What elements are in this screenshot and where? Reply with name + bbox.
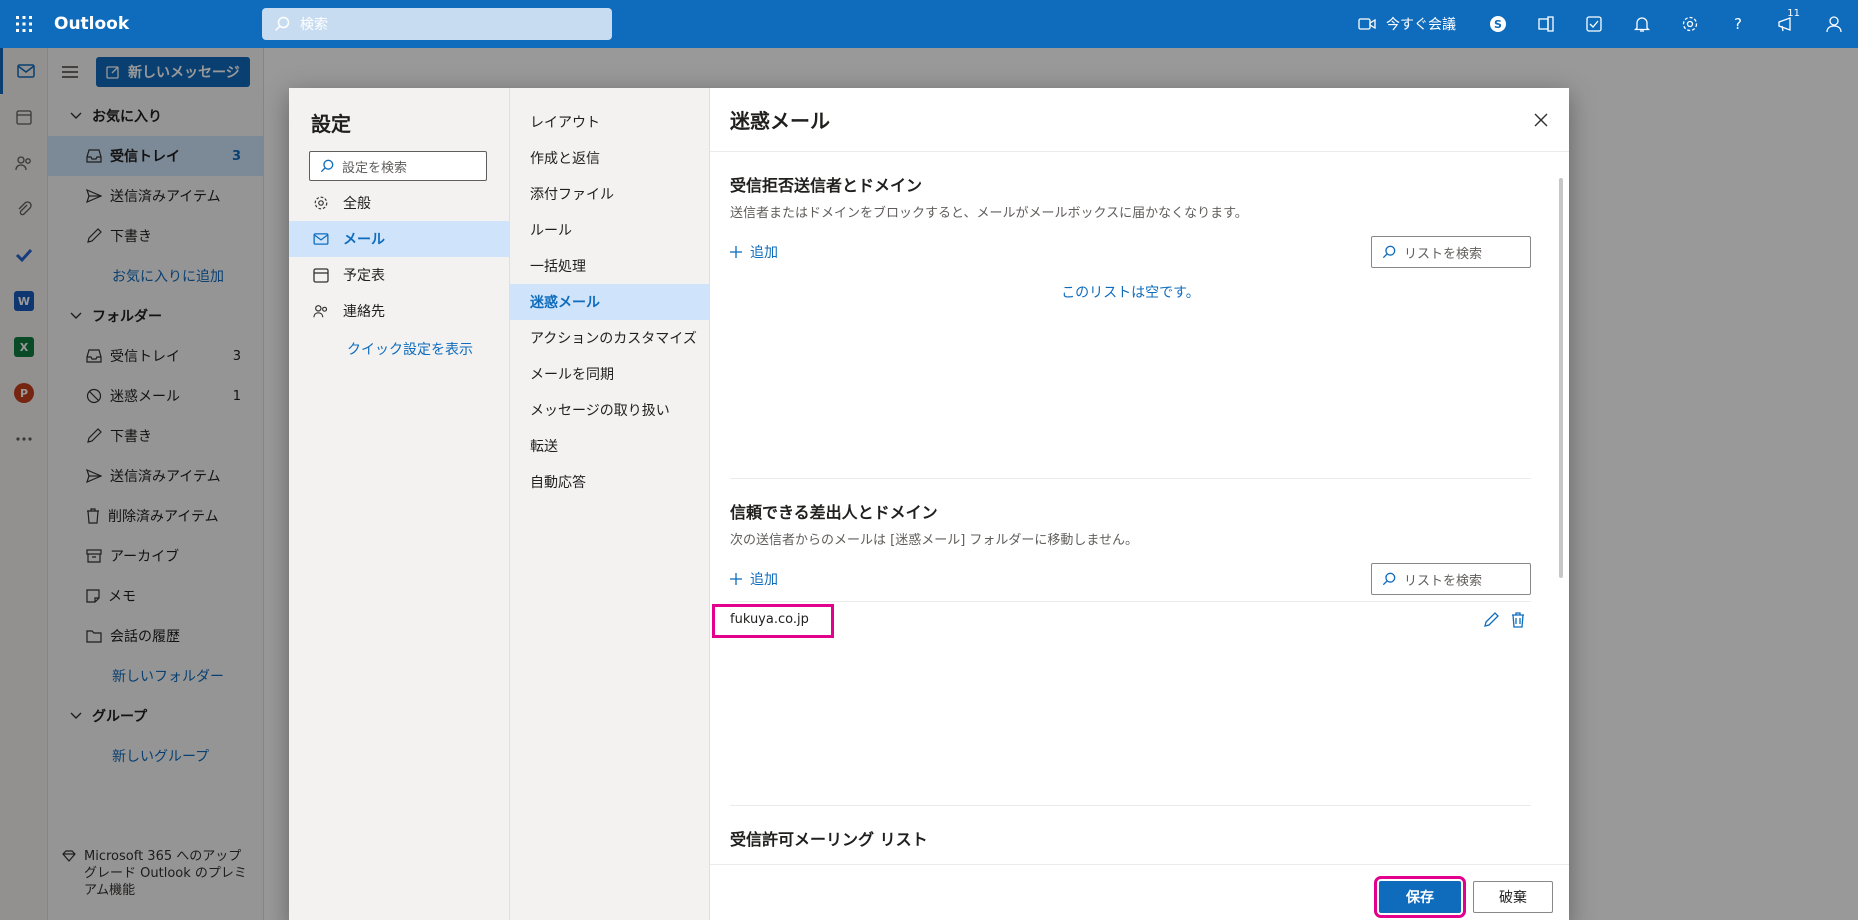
list-search-placeholder: リストを検索 xyxy=(1404,246,1483,262)
category-label: メール xyxy=(343,232,385,248)
skype-icon[interactable]: S xyxy=(1474,0,1522,48)
svg-text:S: S xyxy=(1494,18,1502,31)
sub-customize-actions[interactable]: アクションのカスタマイズ xyxy=(510,320,709,356)
entry-highlight xyxy=(712,604,834,638)
sub-junk-email[interactable]: 迷惑メール xyxy=(510,284,709,320)
close-icon xyxy=(1534,113,1548,127)
junk-email-panel: 迷惑メール 受信拒否送信者とドメイン 送信者またはドメインをブロックすると、メー… xyxy=(709,88,1569,920)
quick-settings-link[interactable]: クイック設定を表示 xyxy=(289,329,509,369)
sub-attachments[interactable]: 添付ファイル xyxy=(510,176,709,212)
settings-dialog: 設定 設定を検索 全般 メール 予定表 連絡先 クイック設定を表示 レイアウト … xyxy=(289,88,1569,920)
category-label: 全般 xyxy=(343,196,371,212)
video-icon xyxy=(1358,18,1376,30)
safe-sender-entry[interactable]: fukuya.co.jp xyxy=(712,601,1531,638)
settings-search-placeholder: 設定を検索 xyxy=(342,160,408,176)
blocked-title: 受信拒否送信者とドメイン xyxy=(730,176,923,195)
meet-now-label: 今すぐ会議 xyxy=(1386,17,1456,33)
mailing-lists-section: 受信許可メーリング リスト xyxy=(710,806,1569,852)
settings-subcategories: レイアウト 作成と返信 添付ファイル ルール 一括処理 迷惑メール アクションの… xyxy=(509,88,709,920)
trash-icon[interactable] xyxy=(1511,611,1525,628)
scrollbar-thumb[interactable] xyxy=(1559,178,1563,578)
svg-text:?: ? xyxy=(1734,15,1742,33)
settings-title: 設定 xyxy=(311,112,351,136)
sub-layout[interactable]: レイアウト xyxy=(510,104,709,140)
sub-message-handling[interactable]: メッセージの取り扱い xyxy=(510,392,709,428)
app-launcher-icon[interactable] xyxy=(0,0,48,48)
mail-icon xyxy=(313,233,329,245)
sub-sweep[interactable]: 一括処理 xyxy=(510,248,709,284)
search-input[interactable]: 検索 xyxy=(262,8,612,40)
category-people[interactable]: 連絡先 xyxy=(289,293,509,329)
notification-count: 11 xyxy=(1787,8,1800,19)
panel-footer: 保存 破棄 xyxy=(710,864,1569,920)
blocked-add-button[interactable]: 追加 xyxy=(730,242,778,262)
list-search-placeholder: リストを検索 xyxy=(1404,573,1483,589)
panel-scrollbar[interactable] xyxy=(1557,162,1565,862)
category-label: 連絡先 xyxy=(343,304,385,320)
add-label: 追加 xyxy=(750,572,778,588)
discard-button[interactable]: 破棄 xyxy=(1473,880,1553,913)
safe-title: 信頼できる差出人とドメイン xyxy=(730,503,938,522)
gear-icon[interactable] xyxy=(1666,0,1714,48)
category-general[interactable]: 全般 xyxy=(289,185,509,221)
sub-rules[interactable]: ルール xyxy=(510,212,709,248)
todo-icon[interactable] xyxy=(1570,0,1618,48)
modal-overlay: 設定 設定を検索 全般 メール 予定表 連絡先 クイック設定を表示 レイアウト … xyxy=(0,48,1858,920)
save-button[interactable]: 保存 xyxy=(1374,875,1466,918)
gear-icon xyxy=(314,196,328,210)
blocked-search-input[interactable]: リストを検索 xyxy=(1371,236,1531,268)
edit-icon[interactable] xyxy=(1483,611,1499,628)
sub-automatic-replies[interactable]: 自動応答 xyxy=(510,464,709,500)
safe-desc: 次の送信者からのメールは [迷惑メール] フォルダーに移動しません。 xyxy=(730,533,1139,548)
sub-sync-email[interactable]: メールを同期 xyxy=(510,356,709,392)
safe-search-input[interactable]: リストを検索 xyxy=(1371,563,1531,595)
safe-add-button[interactable]: 追加 xyxy=(730,569,778,589)
whats-new-icon[interactable]: 11 xyxy=(1762,0,1810,48)
search-icon xyxy=(320,159,334,173)
help-icon[interactable]: ? xyxy=(1714,0,1762,48)
add-label: 追加 xyxy=(750,245,778,261)
safe-senders-section: 信頼できる差出人とドメイン 次の送信者からのメールは [迷惑メール] フォルダー… xyxy=(710,479,1569,805)
close-button[interactable] xyxy=(1531,110,1551,130)
search-icon xyxy=(274,16,290,32)
teams-icon[interactable] xyxy=(1522,0,1570,48)
blocked-desc: 送信者またはドメインをブロックすると、メールがメールボックスに届かなくなります。 xyxy=(730,206,1248,221)
people-icon xyxy=(313,305,328,318)
account-icon[interactable] xyxy=(1810,0,1858,48)
blocked-empty-message: このリストは空です。 xyxy=(1061,285,1200,301)
search-placeholder: 検索 xyxy=(300,17,328,33)
top-bar: Outlook 検索 今すぐ会議 S ? 11 xyxy=(0,0,1858,48)
plus-icon xyxy=(730,573,742,585)
category-label: 予定表 xyxy=(343,268,385,284)
sub-compose[interactable]: 作成と返信 xyxy=(510,140,709,176)
blocked-senders-section: 受信拒否送信者とドメイン 送信者またはドメインをブロックすると、メールがメールボ… xyxy=(710,152,1569,478)
bell-icon[interactable] xyxy=(1618,0,1666,48)
search-icon xyxy=(1382,245,1396,259)
settings-search-input[interactable]: 設定を検索 xyxy=(309,151,487,181)
settings-categories: 設定 設定を検索 全般 メール 予定表 連絡先 クイック設定を表示 xyxy=(289,88,509,920)
meet-now-button[interactable]: 今すぐ会議 xyxy=(1358,14,1456,34)
category-mail[interactable]: メール xyxy=(289,221,509,257)
panel-title: 迷惑メール xyxy=(710,88,1569,152)
sub-forwarding[interactable]: 転送 xyxy=(510,428,709,464)
plus-icon xyxy=(730,246,742,258)
category-calendar[interactable]: 予定表 xyxy=(289,257,509,293)
search-icon xyxy=(1382,572,1396,586)
app-title[interactable]: Outlook xyxy=(54,14,264,34)
panel-body: 受信拒否送信者とドメイン 送信者またはドメインをブロックすると、メールがメールボ… xyxy=(710,152,1569,864)
mailing-title: 受信許可メーリング リスト xyxy=(730,830,928,849)
calendar-icon xyxy=(313,268,329,283)
